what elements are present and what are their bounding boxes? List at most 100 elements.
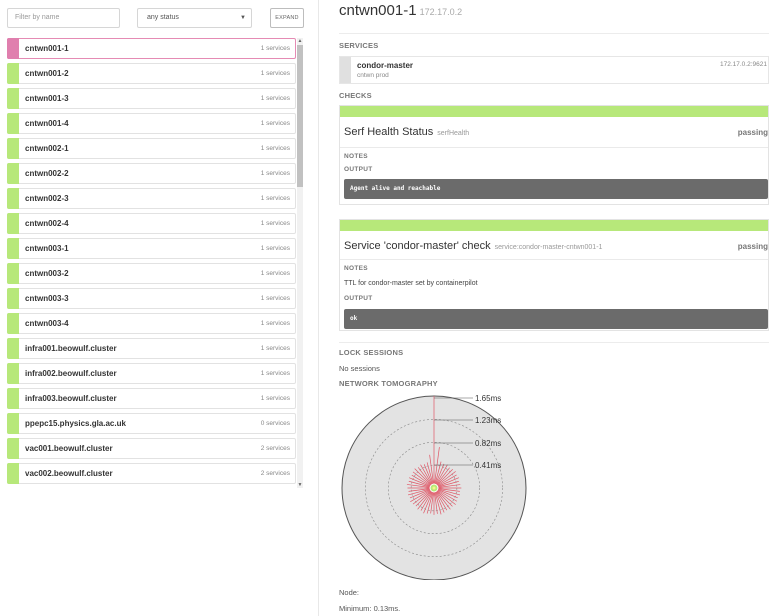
divider (339, 33, 769, 34)
node-service-count: 1 services (260, 395, 290, 402)
node-name: vac001.beowulf.cluster (25, 444, 113, 453)
node-status-bar (7, 88, 19, 109)
check-title: Service 'condor-master' check service:con… (344, 240, 602, 252)
node-name: cntwn003-2 (25, 269, 69, 278)
node-status-bar (7, 63, 19, 84)
node-status-bar (7, 188, 19, 209)
check-id: service:condor-master-cntwn001-1 (494, 244, 603, 251)
node-name: cntwn001-1 (25, 44, 69, 53)
node-status-bar (7, 138, 19, 159)
ring-label: 0.41ms (475, 461, 501, 470)
node-status-bar (7, 213, 19, 234)
check-name: Service 'condor-master' check (344, 240, 491, 252)
node-service-count: 1 services (260, 370, 290, 377)
node-name: vac002.beowulf.cluster (25, 469, 113, 478)
node-service-count: 1 services (260, 120, 290, 127)
node-status-bar (7, 238, 19, 259)
filter-by-name-input[interactable]: Filter by name (7, 8, 120, 28)
node-service-count: 1 services (260, 345, 290, 352)
node-service-count: 1 services (260, 270, 290, 277)
check-output-label: OUTPUT (344, 295, 373, 302)
node-status-bar (7, 313, 19, 334)
chevron-down-icon: ▼ (240, 15, 246, 21)
node-list-item[interactable]: vac002.beowulf.cluster 2 services (7, 463, 296, 484)
node-service-count: 1 services (260, 95, 290, 102)
node-name: cntwn002-3 (25, 194, 69, 203)
network-tomography-title: NETWORK TOMOGRAPHY (339, 379, 438, 388)
node-service-count: 1 services (260, 295, 290, 302)
node-name: cntwn003-4 (25, 319, 69, 328)
node-status-bar (7, 338, 19, 359)
node-list-item[interactable]: cntwn001-1 1 services (7, 38, 296, 59)
node-list-item[interactable]: cntwn002-4 1 services (7, 213, 296, 234)
node-status-bar (7, 438, 19, 459)
node-list-item[interactable]: cntwn002-2 1 services (7, 163, 296, 184)
node-service-count: 1 services (260, 195, 290, 202)
node-list-item[interactable]: cntwn002-3 1 services (7, 188, 296, 209)
node-name: cntwn001-4 (25, 119, 69, 128)
node-status-bar (7, 363, 19, 384)
node-status-bar (7, 263, 19, 284)
node-list-item[interactable]: cntwn001-2 1 services (7, 63, 296, 84)
expand-button[interactable]: EXPAND (270, 8, 304, 28)
check-status-bar (340, 106, 768, 117)
node-list-item[interactable]: infra001.beowulf.cluster 1 services (7, 338, 296, 359)
node-name: cntwn003-1 (25, 244, 69, 253)
node-name: cntwn001-3 (25, 94, 69, 103)
node-service-count: 1 services (260, 45, 290, 52)
services-section-title: SERVICES (339, 41, 379, 50)
node-name: cntwn002-2 (25, 169, 69, 178)
node-list-item[interactable]: vac001.beowulf.cluster 2 services (7, 438, 296, 459)
check-serf-health: Serf Health Status serfHealth passing NOT… (339, 105, 769, 205)
node-status-bar (7, 113, 19, 134)
node-name: infra001.beowulf.cluster (25, 344, 117, 353)
node-status-bar (7, 463, 19, 484)
check-notes-text: TTL for condor-master set by containerpi… (344, 280, 478, 287)
node-list-scrollbar[interactable]: ▲ ▼ (297, 38, 303, 488)
node-name: infra003.beowulf.cluster (25, 394, 117, 403)
lock-sessions-title: LOCK SESSIONS (339, 348, 404, 357)
check-notes-label: NOTES (344, 153, 368, 160)
node-list-item[interactable]: cntwn003-3 1 services (7, 288, 296, 309)
scroll-down-icon[interactable]: ▼ (297, 482, 303, 488)
scrollbar-thumb[interactable] (297, 45, 303, 187)
node-list-item[interactable]: ppepc15.physics.gla.ac.uk 0 services (7, 413, 296, 434)
node-service-count: 1 services (260, 170, 290, 177)
check-id: serfHealth (437, 130, 470, 137)
service-tags: cntwn prod (357, 72, 389, 79)
node-service-count: 0 services (260, 420, 290, 427)
node-status-bar (7, 163, 19, 184)
node-list-item[interactable]: cntwn003-4 1 services (7, 313, 296, 334)
node-service-count: 2 services (260, 470, 290, 477)
node-detail-title: cntwn001-1 172.17.0.2 (339, 2, 462, 19)
scroll-up-icon[interactable]: ▲ (297, 38, 303, 44)
node-list-item[interactable]: cntwn003-2 1 services (7, 263, 296, 284)
service-item-condor-master[interactable]: condor-master cntwn prod 172.17.0.2:9621 (339, 56, 769, 84)
checks-section-title: CHECKS (339, 91, 372, 100)
check-title: Serf Health Status serfHealth (344, 126, 469, 138)
node-service-count: 1 services (260, 245, 290, 252)
service-name: condor-master (357, 61, 414, 70)
node-list-item[interactable]: infra002.beowulf.cluster 1 services (7, 363, 296, 384)
check-name: Serf Health Status (344, 126, 434, 138)
check-status-label: passing (737, 242, 768, 251)
node-list-item[interactable]: cntwn001-3 1 services (7, 88, 296, 109)
check-notes-label: NOTES (344, 265, 368, 272)
network-tomography-chart: 1.65ms 1.23ms 0.82ms 0.41ms (341, 394, 527, 580)
node-list-item[interactable]: cntwn002-1 1 services (7, 138, 296, 159)
check-status-label: passing (737, 128, 768, 137)
ring-label: 0.82ms (475, 439, 501, 448)
status-filter-select[interactable]: any status ▼ (137, 8, 252, 28)
node-detail-ip: 172.17.0.2 (419, 7, 463, 17)
node-list-item[interactable]: cntwn001-4 1 services (7, 113, 296, 134)
node-list-item[interactable]: cntwn003-1 1 services (7, 238, 296, 259)
node-service-count: 1 services (260, 145, 290, 152)
pane-divider (318, 0, 319, 616)
node-list-item[interactable]: infra003.beowulf.cluster 1 services (7, 388, 296, 409)
node-service-count: 1 services (260, 320, 290, 327)
ring-label: 1.65ms (475, 394, 501, 403)
node-list: cntwn001-1 1 services cntwn001-2 1 services… (7, 38, 296, 488)
check-status-bar (340, 220, 768, 231)
node-service-count: 2 services (260, 445, 290, 452)
status-filter-value: any status (147, 14, 179, 21)
